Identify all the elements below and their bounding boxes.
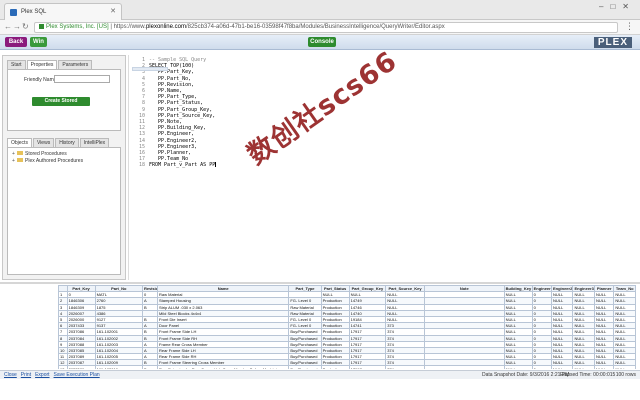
table-cell: NULL bbox=[613, 365, 636, 369]
window-controls[interactable]: –□✕ bbox=[599, 2, 636, 11]
column-header[interactable]: Part_Group_Key bbox=[348, 285, 387, 293]
table-cell: NULL bbox=[572, 365, 595, 369]
column-header[interactable]: Revision bbox=[141, 285, 159, 293]
table-cell: Buy/Purchased bbox=[288, 340, 322, 348]
back-arrow-icon[interactable]: ← bbox=[4, 22, 12, 31]
page-bottom bbox=[0, 379, 640, 400]
plex-logo: PLEX bbox=[593, 37, 632, 48]
address-bar-row: ← → ↻ Plex Systems, Inc. [US] | https://… bbox=[0, 20, 640, 35]
plex-favicon-icon bbox=[10, 9, 17, 16]
left-pane: Start Properties Parameters Friendly Name:… bbox=[2, 55, 126, 280]
table-cell: Buy/Purchased bbox=[288, 346, 322, 355]
sql-editor[interactable]: 123456789101112131415161718 -- Sample SQ… bbox=[128, 55, 638, 280]
code-line[interactable]: FROM Part_v_Part AS PP bbox=[149, 162, 217, 168]
link-export[interactable]: Export bbox=[35, 372, 49, 378]
tree-node[interactable]: + Plex Authored Procedures bbox=[12, 158, 83, 165]
link-save-execution-plan[interactable]: Save Execution Plan bbox=[54, 372, 100, 378]
url-prefix: https://www. bbox=[113, 24, 146, 30]
column-header[interactable]: Planner bbox=[593, 285, 615, 293]
link-print[interactable]: Print bbox=[21, 372, 31, 378]
column-header[interactable]: Engineer3 bbox=[572, 285, 595, 293]
table-cell: NULL bbox=[593, 365, 615, 369]
browser-tab[interactable]: Plex SQL ✕ bbox=[4, 3, 122, 20]
table-cell: Buy/Purchased bbox=[288, 359, 322, 367]
results-grid: Part_KeyPart_NoRevisionNamePart_TypePart… bbox=[58, 285, 636, 369]
row-count: 100 rows bbox=[615, 372, 636, 378]
line-numbers: 123456789101112131415161718 bbox=[135, 57, 145, 169]
column-header[interactable]: Engineer2 bbox=[550, 285, 574, 293]
column-header[interactable]: Team_No bbox=[613, 285, 636, 293]
column-header[interactable]: Part_Source_Key bbox=[385, 285, 425, 293]
table-cell: Buy/Purchased bbox=[288, 328, 322, 336]
table-cell: 13 bbox=[58, 365, 68, 369]
table-cell: 17917 bbox=[348, 365, 387, 369]
table-cell: Production bbox=[320, 365, 350, 369]
action-links: Close Print Export Save Execution Plan bbox=[4, 372, 104, 378]
secure-label: Plex Systems, Inc. [US] bbox=[46, 24, 109, 30]
lock-icon bbox=[39, 24, 44, 29]
tree-node[interactable]: + Stored Procedures bbox=[12, 151, 83, 158]
table-cell: 0 bbox=[531, 365, 552, 369]
table-row[interactable]: 132037089161-102010BRaw Extrusion for Re… bbox=[58, 365, 636, 369]
menu-dots-icon[interactable]: ⋮ bbox=[625, 21, 634, 32]
url-path: /825cb374-a06d-47b1-be16-03598f47f8ba/Mo… bbox=[185, 24, 445, 30]
table-cell: Buy/Purchased bbox=[288, 353, 322, 361]
link-close[interactable]: Close bbox=[4, 372, 17, 378]
table-cell: NULL bbox=[550, 365, 574, 369]
splitter[interactable] bbox=[0, 282, 640, 284]
app-toolbar: Back Win Console PLEX bbox=[0, 35, 640, 50]
line-number: 18 bbox=[138, 162, 145, 169]
table-cell: Buy/Purchased bbox=[288, 365, 322, 369]
text-cursor bbox=[215, 162, 217, 168]
tree-node-label: Stored Procedures bbox=[25, 151, 67, 157]
column-header[interactable]: Part_Status bbox=[320, 285, 350, 293]
table-cell: B bbox=[141, 365, 159, 369]
table-cell: Raw Extrusion for Rear Frame Hub Cross M… bbox=[157, 365, 290, 369]
folder-icon bbox=[17, 158, 23, 162]
back-button[interactable]: Back bbox=[5, 37, 27, 47]
object-tree: + Stored Procedures + Plex Authored Procedu… bbox=[12, 151, 83, 165]
url-input[interactable]: Plex Systems, Inc. [US] | https://www.pl… bbox=[34, 22, 618, 33]
close-tab-icon[interactable]: ✕ bbox=[110, 4, 116, 20]
code-line[interactable]: PP.Part_Group_Key, bbox=[149, 107, 216, 113]
properties-panel: Friendly Name: Create Stored Procedure bbox=[7, 69, 121, 131]
table-cell: 2037089 bbox=[66, 365, 96, 369]
autocomplete-hint bbox=[132, 67, 168, 71]
win-button[interactable]: Win bbox=[30, 37, 47, 47]
create-stored-procedure-button[interactable]: Create Stored Procedure bbox=[32, 97, 90, 113]
column-header[interactable]: Engineer bbox=[531, 285, 552, 293]
friendly-name-input[interactable] bbox=[54, 75, 110, 83]
tree-node-label: Plex Authored Procedures bbox=[25, 158, 84, 164]
object-tabs: Objects Views History IntelliPlex bbox=[7, 138, 110, 148]
sql-code[interactable]: -- Sample SQL Query SELECT TOP(100) PP.Pa… bbox=[149, 57, 217, 169]
console-button[interactable]: Console bbox=[308, 37, 336, 47]
elapsed-time: Elapsed Time: 00:00:015 bbox=[560, 372, 616, 378]
folder-icon bbox=[17, 151, 23, 155]
browser-tabstrip: Plex SQL ✕ –□✕ bbox=[0, 0, 640, 20]
browser-tab-title: Plex SQL bbox=[21, 9, 47, 15]
table-cell bbox=[423, 365, 505, 369]
forward-arrow-icon[interactable]: → bbox=[13, 22, 21, 31]
table-cell: 161-102010 bbox=[94, 365, 143, 369]
snapshot-date: Data Snapshot Date: 9/3/2016 2:21 PM bbox=[482, 372, 570, 378]
status-bar: Close Print Export Save Execution Plan Data… bbox=[0, 370, 640, 379]
url-host: plexonline.com bbox=[145, 24, 186, 30]
reload-icon[interactable]: ↻ bbox=[22, 22, 29, 31]
properties-tabs: Start Properties Parameters bbox=[7, 60, 93, 70]
objects-panel: + Stored Procedures + Plex Authored Procedu… bbox=[7, 147, 121, 275]
table-cell: 374 bbox=[385, 365, 425, 369]
table-cell: NULL bbox=[503, 365, 533, 369]
table-cell: Buy/Purchased bbox=[288, 334, 322, 342]
column-header[interactable]: Building_Key bbox=[503, 285, 533, 293]
friendly-name-label: Friendly Name: bbox=[24, 77, 58, 83]
